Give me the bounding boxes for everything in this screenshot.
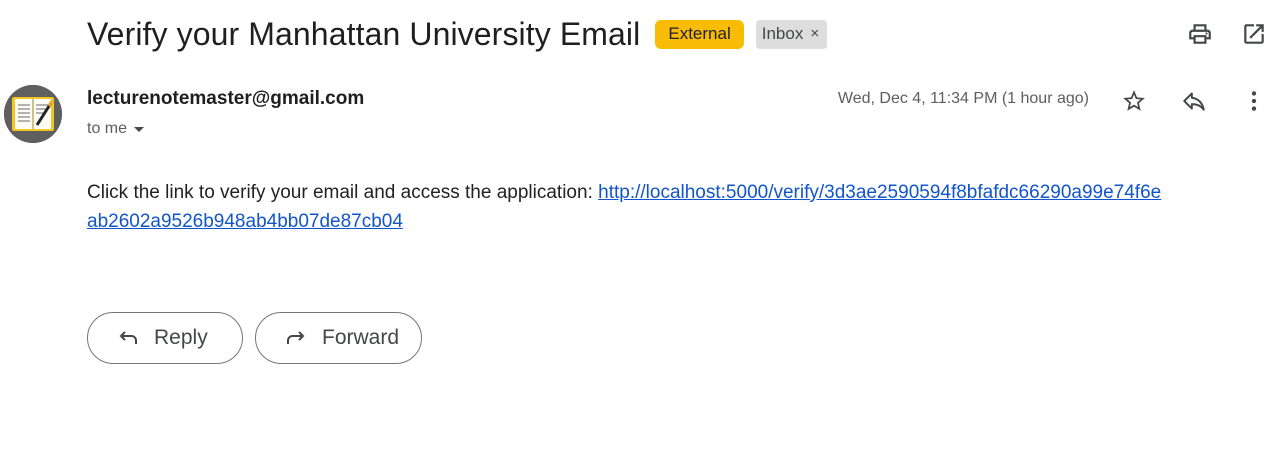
star-icon[interactable] [1119, 86, 1149, 116]
recipient-text: to me [87, 120, 128, 137]
sender-email[interactable]: lecturenotemaster@gmail.com [87, 88, 364, 110]
recipient-dropdown[interactable]: to me [87, 120, 145, 138]
external-label: External [655, 19, 744, 49]
forward-button-label: Forward [322, 326, 400, 349]
email-timestamp: Wed, Dec 4, 11:34 PM (1 hour ago) [837, 90, 1089, 107]
email-view: Verify your Manhattan University Email E… [0, 0, 1283, 465]
reply-icon [116, 326, 140, 350]
reply-button[interactable]: Reply [87, 312, 243, 364]
open-in-new-window-icon[interactable] [1240, 20, 1268, 48]
caret-down-icon [134, 126, 145, 132]
body-text: Click the link to verify your email and … [87, 182, 599, 203]
email-body: Click the link to verify your email and … [87, 178, 1162, 236]
inbox-label: Inbox × [755, 19, 828, 49]
more-vert-icon[interactable] [1239, 86, 1269, 116]
forward-icon [284, 326, 308, 350]
subject-row: Verify your Manhattan University Email E… [87, 12, 828, 56]
remove-label-icon[interactable]: × [810, 23, 819, 45]
print-icon[interactable] [1186, 20, 1214, 48]
notebook-icon [4, 85, 62, 143]
inbox-label-text: Inbox [761, 23, 804, 43]
forward-button[interactable]: Forward [255, 312, 422, 364]
sender-avatar[interactable] [4, 85, 62, 143]
reply-icon[interactable] [1179, 86, 1209, 116]
reply-button-label: Reply [154, 326, 208, 349]
email-subject: Verify your Manhattan University Email [87, 15, 641, 52]
